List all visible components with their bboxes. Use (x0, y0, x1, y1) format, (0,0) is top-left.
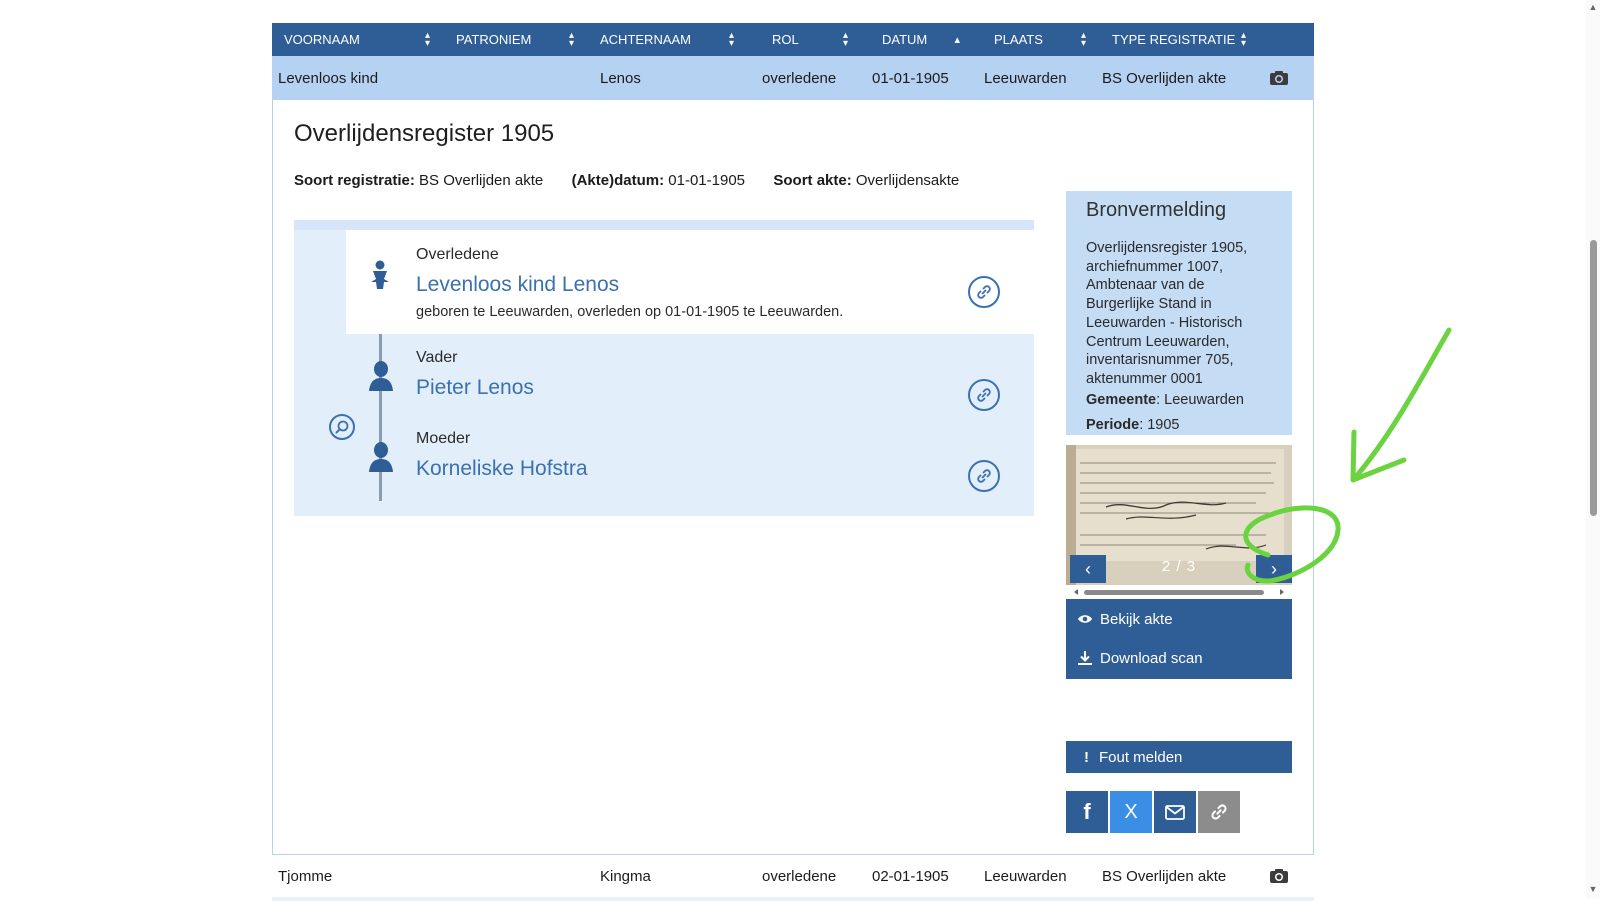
chevron-right-icon: › (1271, 558, 1277, 579)
role-label: Overledene (416, 246, 499, 263)
table-row[interactable]: Tjomme Kingma overledene 02-01-1905 Leeu… (272, 854, 1314, 898)
cell-datum: 01-01-1905 (872, 69, 949, 87)
cell-datum: 02-01-1905 (872, 867, 949, 885)
mail-icon (1165, 804, 1185, 820)
scan-next-button[interactable]: › (1256, 555, 1292, 583)
share-mail-button[interactable] (1154, 791, 1196, 833)
chevron-left-icon: ‹ (1085, 558, 1091, 579)
col-datum[interactable]: DATUM ▴ (882, 23, 960, 56)
source-citation: Bronvermelding Overlijdensregister 1905,… (1066, 191, 1292, 435)
cell-plaats: Leeuwarden (984, 867, 1067, 885)
link-icon (977, 285, 991, 299)
scan-actions: Bekijk akte Download scan (1066, 599, 1292, 679)
person-name-link[interactable]: Korneliske Hofstra (416, 457, 588, 481)
cell-voornaam: Tjomme (278, 867, 333, 885)
cell-rol: overledene (762, 69, 837, 87)
results-table: VOORNAAM ▴ ▾ PATRONIEM ▴ ▾ ACHTERNAAM ▴ ▾ R… (272, 23, 1314, 901)
source-gemeente: Gemeente: Leeuwarden (1086, 392, 1244, 408)
col-achternaam[interactable]: ACHTERNAAM ▴ ▾ (600, 23, 734, 56)
table-row-active[interactable]: Levenloos kind Lenos overledene 01-01-19… (272, 56, 1314, 100)
cell-achternaam: Kingma (600, 867, 651, 885)
record-meta: Soort registratie: BS Overlijden akte (A… (294, 172, 960, 189)
sort-asc-icon[interactable]: ▴ (954, 34, 960, 45)
share-facebook-button[interactable]: f (1066, 791, 1108, 833)
person-description: geboren te Leeuwarden, overleden op 01-0… (416, 304, 844, 320)
person-name-link[interactable]: Levenloos kind Lenos (416, 273, 619, 297)
cell-plaats: Leeuwarden (984, 69, 1067, 87)
download-icon (1076, 649, 1094, 667)
camera-icon[interactable] (1269, 868, 1289, 884)
col-rol[interactable]: ROL ▴ ▾ (772, 23, 848, 56)
cell-type: BS Overlijden akte (1102, 867, 1227, 885)
record-detail: Overlijdensregister 1905 Soort registrat… (272, 100, 1314, 855)
report-error-button[interactable]: ! Fout melden (1066, 741, 1292, 773)
col-patroniem[interactable]: PATRONIEM ▴ ▾ (456, 23, 574, 56)
sort-both-icon[interactable]: ▴ ▾ (425, 30, 430, 48)
share-link-button[interactable] (1198, 791, 1240, 833)
sort-both-icon[interactable]: ▴ ▾ (569, 30, 574, 48)
sort-both-icon[interactable]: ▴ ▾ (729, 30, 734, 48)
person-link-button[interactable] (968, 379, 1000, 411)
col-voornaam[interactable]: VOORNAAM ▴ ▾ (284, 23, 430, 56)
link-icon (977, 469, 991, 483)
col-type-registratie[interactable]: TYPE REGISTRATIE ▴ ▾ (1112, 23, 1246, 56)
eye-icon (1076, 610, 1094, 628)
share-x-button[interactable]: X (1110, 791, 1152, 833)
persons-panel: Overledene Levenloos kind Lenos geboren … (294, 220, 1034, 516)
page-scrollbar[interactable]: ▲ ▼ (1586, 0, 1600, 899)
cell-voornaam: Levenloos kind (278, 69, 379, 87)
scan-scrollbar[interactable] (1066, 587, 1292, 597)
role-label: Moeder (416, 430, 471, 447)
role-label: Vader (416, 349, 458, 366)
x-icon: X (1124, 800, 1138, 823)
child-icon (371, 260, 389, 289)
scan-counter: 2 / 3 (1161, 558, 1197, 575)
person-link-button[interactable] (968, 276, 1000, 308)
scroll-thumb[interactable] (1590, 240, 1597, 516)
register-title: Overlijdensregister 1905 (294, 120, 555, 147)
view-deed-button[interactable]: Bekijk akte (1076, 605, 1173, 633)
download-scan-button[interactable]: Download scan (1076, 644, 1203, 672)
person-name-link[interactable]: Pieter Lenos (416, 376, 534, 400)
scroll-down-icon[interactable]: ▼ (1588, 884, 1598, 894)
annotation-arrow (1352, 327, 1452, 481)
facebook-icon: f (1083, 799, 1091, 824)
exclamation-icon: ! (1084, 748, 1089, 766)
scroll-up-icon[interactable]: ▲ (1588, 2, 1598, 12)
sort-both-icon[interactable]: ▴ ▾ (843, 30, 848, 48)
source-title: Bronvermelding (1086, 199, 1227, 221)
sort-both-icon[interactable]: ▴ ▾ (1081, 30, 1086, 48)
cell-rol: overledene (762, 867, 837, 885)
person-icon (369, 442, 393, 472)
source-periode: Periode: 1905 (1086, 417, 1180, 433)
search-parents-icon[interactable] (329, 414, 355, 440)
link-icon (977, 388, 991, 402)
cell-type: BS Overlijden akte (1102, 69, 1227, 87)
sort-both-icon[interactable]: ▴ ▾ (1241, 30, 1246, 48)
camera-icon[interactable] (1269, 70, 1289, 86)
person-link-button[interactable] (968, 460, 1000, 492)
table-header: VOORNAAM ▴ ▾ PATRONIEM ▴ ▾ ACHTERNAAM ▴ ▾ R… (272, 23, 1314, 56)
source-text: Overlijdensregister 1905, archiefnummer … (1086, 240, 1248, 387)
scan-prev-button[interactable]: ‹ (1070, 555, 1106, 583)
annotation-arrowhead (1350, 429, 1407, 483)
scan-viewer[interactable]: ‹ 2 / 3 › (1066, 445, 1292, 585)
cell-achternaam: Lenos (600, 69, 641, 87)
person-icon (369, 361, 393, 391)
col-plaats[interactable]: PLAATS ▴ ▾ (994, 23, 1086, 56)
link-icon (1211, 804, 1227, 820)
